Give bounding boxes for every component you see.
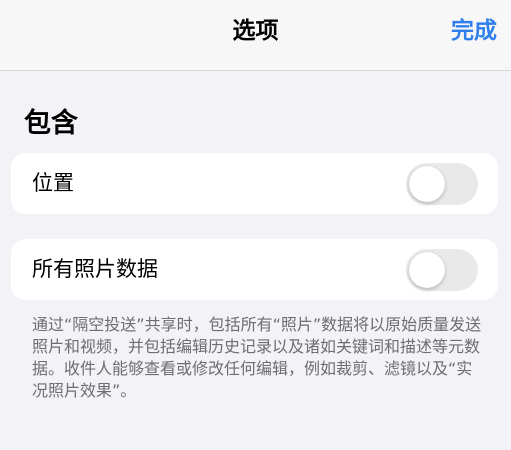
toggle-knob	[409, 252, 445, 288]
setting-row-location: 位置	[11, 153, 498, 214]
footnote-description: 通过“隔空投送”共享时，包括所有“照片”数据将以原始质量发送照片和视频，并包括编…	[32, 315, 482, 400]
section-header-include: 包含	[24, 108, 78, 139]
all-photos-data-toggle[interactable]	[406, 249, 478, 291]
toggle-knob	[409, 166, 445, 202]
setting-row-all-photos-data: 所有照片数据	[11, 239, 498, 300]
setting-label: 所有照片数据	[32, 257, 158, 281]
page-title: 选项	[232, 18, 279, 44]
location-toggle[interactable]	[406, 163, 478, 205]
setting-label: 位置	[32, 171, 74, 195]
navigation-bar: 选项 完成	[0, 0, 511, 71]
done-button[interactable]: 完成	[451, 16, 497, 46]
